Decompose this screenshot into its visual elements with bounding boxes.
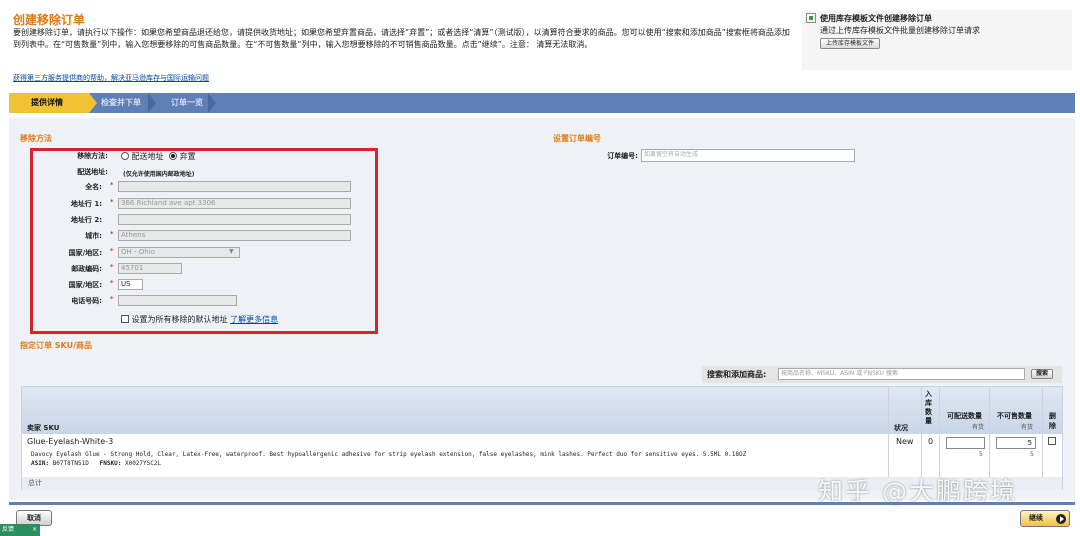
unsellable-available: 5 — [1030, 451, 1034, 458]
required-mark: * — [110, 181, 114, 189]
address2-label: 地址行 2: — [70, 216, 102, 224]
state-select[interactable]: OH - Ohio — [118, 247, 240, 258]
removal-method-title: 移除方法 — [20, 134, 52, 143]
fnsku-value: X0027YSC2L — [124, 460, 162, 467]
required-mark: * — [110, 279, 114, 287]
help-link[interactable]: 获得第三方服务提供商的帮助，解决亚马逊库存与国际运输问题 — [13, 73, 209, 83]
step-review-order: 检查并下单 — [101, 98, 141, 107]
city-field[interactable]: Athens — [118, 230, 351, 241]
spreadsheet-icon — [806, 13, 816, 23]
sellable-available: 5 — [979, 451, 983, 458]
ship-address-label: 配送地址: — [77, 168, 108, 176]
sellable-qty-input[interactable] — [946, 437, 985, 449]
search-row: 搜索和添加商品: 按商品名称、MSKU、ASIN 或 FNSKU 搜索 搜索 — [702, 366, 1062, 383]
order-id-label: 订单编号: — [607, 152, 638, 160]
required-mark: * — [110, 198, 114, 206]
address2-field[interactable] — [118, 214, 351, 225]
required-mark: * — [110, 295, 114, 303]
phone-label: 电话号码: — [71, 297, 102, 305]
upload-template-button[interactable]: 上传库存模板文件 — [820, 38, 881, 49]
state-select-value: OH - Ohio — [121, 248, 155, 256]
row-ids: ASIN: B07T8TN51D FNSKU: X0027YSC2L — [31, 460, 161, 467]
arrow-right-icon — [1056, 514, 1066, 524]
chevron-down-icon: ▼ — [229, 248, 234, 255]
radio-dispose[interactable] — [169, 152, 178, 160]
full-name-label: 全名: — [85, 183, 102, 191]
step-bar: 提供详情 检查并下单 订单一览 — [9, 93, 1075, 113]
template-title: 使用库存模板文件创建移除订单 — [820, 14, 932, 23]
address1-label: 地址行 1: — [70, 200, 102, 208]
default-address-checkbox[interactable] — [121, 315, 129, 323]
required-mark: * — [110, 247, 114, 255]
learn-more-link[interactable]: 了解更多信息 — [230, 315, 278, 324]
row-title: Davocy Eyelash Glue - Strong Hold, Clear… — [31, 451, 747, 458]
table-row: Glue-Eyelash-White-3 Davocy Eyelash Glue… — [22, 434, 1062, 477]
row-condition: New — [896, 437, 914, 446]
radio-ship-address[interactable] — [121, 152, 129, 160]
step-separator — [148, 93, 156, 113]
search-button[interactable]: 搜索 — [1031, 369, 1054, 379]
default-address-label: 设置为所有移除的默认地址 — [131, 315, 228, 324]
asin-label: ASIN: — [31, 460, 50, 467]
removal-method-options: 配送地址 弃置 — [121, 151, 196, 162]
order-id-field[interactable]: 如果留空将自动生成 — [641, 149, 855, 162]
zip-field[interactable]: 45701 — [118, 263, 182, 274]
col-inbound: 入库数量 — [925, 390, 932, 425]
full-name-field[interactable] — [118, 181, 351, 192]
country-label: 国家/地区: — [68, 281, 102, 289]
required-mark: * — [110, 230, 114, 238]
continue-button[interactable]: 继续 — [1020, 510, 1070, 527]
page-description: 要创建移除订单，请执行以下操作：如果您希望商品退还给您，请提供收货地址；如果您希… — [13, 28, 790, 49]
col-sellable: 可配送数量 — [947, 412, 982, 420]
close-icon[interactable]: × — [32, 524, 37, 536]
zip-label: 邮政编码: — [71, 265, 102, 273]
feedback-tab[interactable]: 反馈 × — [0, 524, 40, 536]
default-address-row: 设置为所有移除的默认地址 了解更多信息 — [121, 314, 278, 325]
fnsku-label: FNSKU: — [99, 460, 122, 467]
col-condition: 状况 — [894, 424, 908, 432]
col-unsellable: 不可售数量 — [997, 412, 1032, 420]
step-order-summary: 订单一览 — [171, 98, 203, 107]
step-arrow — [89, 93, 97, 113]
asin-value: B07T8TN51D — [52, 460, 89, 467]
col-unsellable-sub: 有货 — [1021, 424, 1034, 431]
col-delete: 删除 — [1049, 412, 1056, 430]
step-separator — [208, 93, 216, 113]
unsellable-qty-input[interactable]: 5 — [996, 437, 1036, 449]
sku-section-title: 指定订单 SKU/商品 — [20, 341, 93, 350]
option-ship-label: 配送地址 — [131, 152, 164, 161]
delete-row-checkbox[interactable] — [1048, 437, 1056, 445]
search-input[interactable]: 按商品名称、MSKU、ASIN 或 FNSKU 搜索 — [778, 368, 1025, 380]
country-field[interactable]: US — [118, 279, 143, 290]
page-title: 创建移除订单 — [13, 13, 86, 27]
feedback-label: 反馈 — [2, 526, 15, 533]
search-label: 搜索和添加商品: — [707, 370, 767, 379]
phone-field[interactable] — [118, 295, 237, 306]
col-sellable-sub: 有货 — [972, 424, 985, 431]
footer-divider — [9, 502, 1075, 505]
state-label: 国家/地区: — [68, 249, 102, 257]
col-sku: 卖家 SKU — [27, 424, 60, 432]
order-id-title: 设置订单编号 — [553, 134, 601, 143]
removal-method-label: 移除方法: — [77, 152, 108, 160]
table-header: 卖家 SKU 状况 入库数量 可配送数量 有货 不可售数量 有货 删除 — [22, 387, 1062, 434]
row-sku: Glue-Eyelash-White-3 — [27, 437, 114, 446]
template-subtitle: 通过上传库存模板文件批量创建移除订单请求 — [820, 26, 980, 35]
city-label: 城市: — [85, 232, 102, 240]
template-upload-box: 使用库存模板文件创建移除订单 通过上传库存模板文件批量创建移除订单请求 上传库存… — [802, 10, 1072, 70]
address-note: (仅允许使用国内邮政地址) — [123, 171, 195, 178]
step-provide-details: 提供详情 — [9, 93, 89, 113]
row-inbound: 0 — [928, 437, 934, 446]
address1-field[interactable]: 366 Richland ave apt 3306 — [118, 198, 351, 209]
continue-label: 继续 — [1029, 514, 1043, 522]
required-mark: * — [110, 263, 114, 271]
option-dispose-label: 弃置 — [179, 152, 196, 161]
